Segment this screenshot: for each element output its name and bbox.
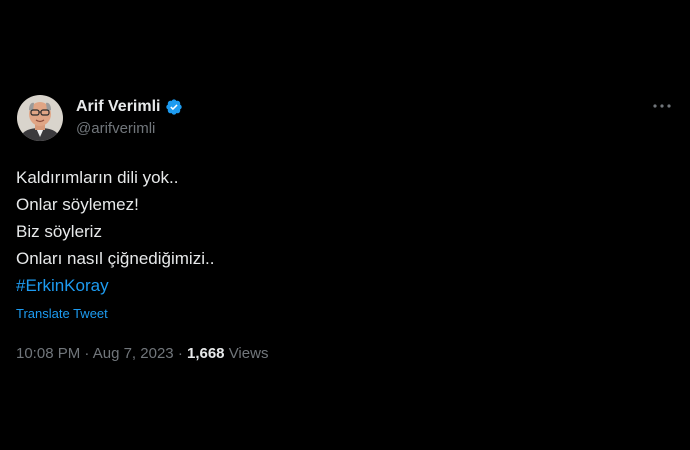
tweet-date[interactable]: Aug 7, 2023 [93,345,174,362]
tweet-line: Kaldırımların dili yok.. [16,168,179,187]
avatar[interactable] [17,95,63,141]
handle[interactable]: @arifverimli [76,120,183,137]
tweet-text: Kaldırımların dili yok.. Onlar söylemez!… [16,164,656,299]
tweet-meta: 10:08 PM · Aug 7, 2023 · 1,668 Views [16,345,268,362]
name-row: Arif Verimli [76,96,183,118]
hashtag-link[interactable]: #ErkinKoray [16,272,109,299]
tweet-line: Onlar söylemez! [16,195,139,214]
avatar-image [17,95,63,141]
display-name[interactable]: Arif Verimli [76,98,160,116]
tweet-line: Onları nasıl çiğnediğimizi.. [16,249,215,268]
translate-tweet-link[interactable]: Translate Tweet [16,306,108,321]
meta-separator: · [84,345,90,362]
views-label: Views [228,345,269,362]
tweet-time[interactable]: 10:08 PM [16,345,80,362]
views-count: 1,668 [186,345,225,362]
meta-separator: · [177,345,183,362]
verified-badge-icon[interactable] [165,98,183,116]
tweet-line: Biz söyleriz [16,222,102,241]
tweet: Arif Verimli @arifverimli Kaldırımların … [0,0,690,450]
author-info: Arif Verimli @arifverimli [76,96,183,137]
more-options-icon[interactable] [650,98,674,114]
